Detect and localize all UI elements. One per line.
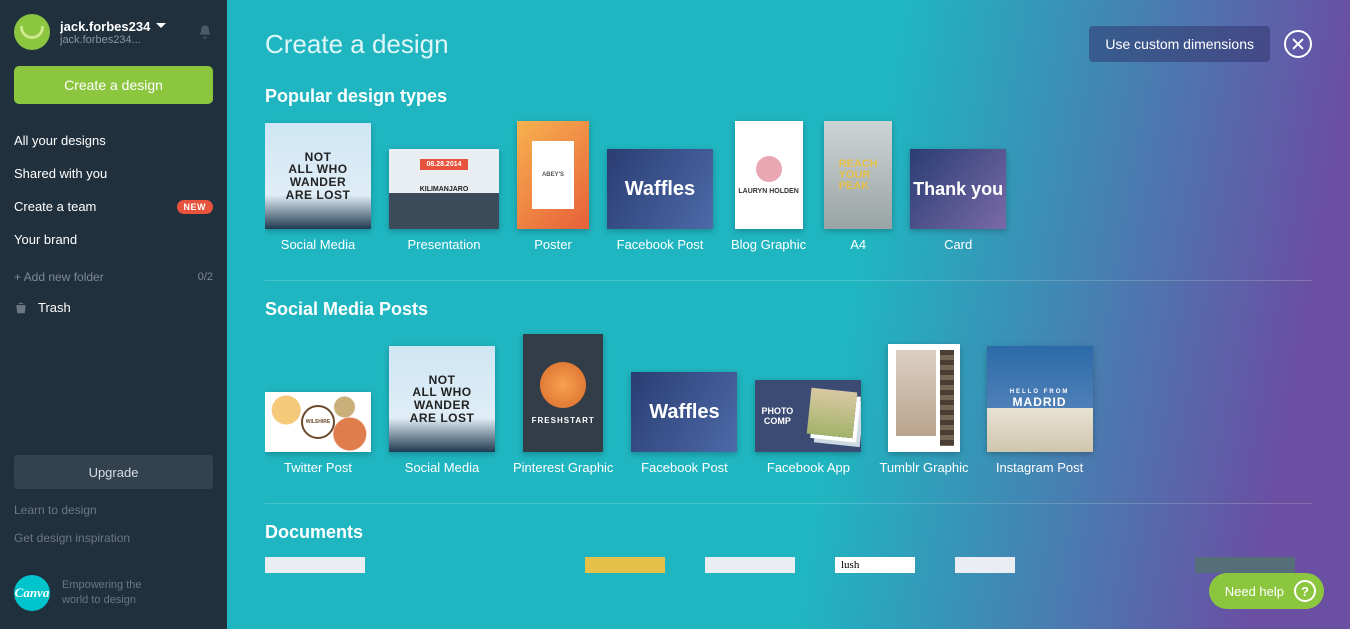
thumb: ABEY'S [517, 121, 589, 229]
close-icon[interactable] [1284, 30, 1312, 58]
user-sub: jack.forbes234... [60, 34, 187, 46]
doc-thumb[interactable] [955, 557, 1015, 573]
doc-thumb[interactable] [1195, 557, 1295, 573]
thumb: 08.28.2014KILIMANJARO [389, 149, 499, 229]
add-folder-button[interactable]: + Add new folder [14, 270, 104, 284]
nav-all-designs[interactable]: All your designs [14, 124, 213, 157]
thumb [888, 344, 960, 452]
bell-icon[interactable] [197, 24, 213, 40]
social-row: WILSHIRE Twitter Post NOT ALL WHO WANDER… [265, 334, 1312, 504]
tile-twitter-post[interactable]: WILSHIRE Twitter Post [265, 392, 371, 475]
chevron-down-icon [156, 23, 166, 33]
sidebar: jack.forbes234 jack.forbes234... Create … [0, 0, 227, 629]
tile-social-media-2[interactable]: NOT ALL WHO WANDER ARE LOST Social Media [389, 346, 495, 475]
doc-thumb[interactable]: lush [835, 557, 915, 573]
thumb: FRESHSTART [523, 334, 603, 452]
thumb: HELLO FROM MADRID [987, 346, 1093, 452]
section-title-popular: Popular design types [265, 86, 1312, 107]
user-info: jack.forbes234 jack.forbes234... [60, 19, 187, 46]
canva-logo: Canva [14, 575, 50, 611]
new-badge: NEW [177, 200, 214, 214]
user-menu[interactable]: jack.forbes234 jack.forbes234... [0, 10, 227, 66]
brand-footer: Canva Empowering the world to design [0, 565, 227, 629]
nav-create-team[interactable]: Create a team NEW [14, 190, 213, 223]
tile-tumblr-graphic[interactable]: Tumblr Graphic [879, 344, 968, 475]
create-design-button[interactable]: Create a design [14, 66, 213, 104]
tile-instagram-post[interactable]: HELLO FROM MADRID Instagram Post [987, 346, 1093, 475]
nav-trash[interactable]: Trash [0, 294, 227, 321]
doc-thumb[interactable] [705, 557, 795, 573]
thumb: Thank you [910, 149, 1006, 229]
custom-dimensions-button[interactable]: Use custom dimensions [1089, 26, 1270, 62]
thumb: PHOTO COMP [755, 380, 861, 452]
need-help-button[interactable]: Need help ? [1209, 573, 1324, 609]
tile-presentation[interactable]: 08.28.2014KILIMANJARO Presentation [389, 149, 499, 252]
avatar [14, 14, 50, 50]
section-title-social: Social Media Posts [265, 299, 1312, 320]
nav-your-brand[interactable]: Your brand [14, 223, 213, 256]
section-title-documents: Documents [265, 522, 1312, 543]
thumb: Waffles [607, 149, 713, 229]
thumb: Waffles [631, 372, 737, 452]
tile-card[interactable]: Thank you Card [910, 149, 1006, 252]
tile-facebook-post[interactable]: Waffles Facebook Post [607, 149, 713, 252]
folder-count: 0/2 [198, 271, 213, 283]
learn-link[interactable]: Learn to design [14, 503, 213, 517]
thumb: LAURYN HOLDEN [735, 121, 803, 229]
thumb: WILSHIRE [265, 392, 371, 452]
tile-a4[interactable]: REACH YOUR PEAK A4 [824, 121, 892, 252]
user-name: jack.forbes234 [60, 19, 150, 34]
upgrade-button[interactable]: Upgrade [14, 455, 213, 489]
tile-poster[interactable]: ABEY'S Poster [517, 121, 589, 252]
main-panel: Create a design Use custom dimensions Po… [227, 0, 1350, 629]
doc-thumb[interactable] [585, 557, 665, 573]
doc-thumb[interactable] [265, 557, 365, 573]
thumb: NOT ALL WHO WANDER ARE LOST [389, 346, 495, 452]
help-icon: ? [1294, 580, 1316, 602]
tile-facebook-post-2[interactable]: Waffles Facebook Post [631, 372, 737, 475]
tile-facebook-app[interactable]: PHOTO COMP Facebook App [755, 380, 861, 475]
tile-social-media[interactable]: NOT ALL WHO WANDER ARE LOST Social Media [265, 123, 371, 252]
popular-row: NOT ALL WHO WANDER ARE LOST Social Media… [265, 121, 1312, 281]
nav-shared[interactable]: Shared with you [14, 157, 213, 190]
trash-icon [14, 301, 28, 315]
thumb: NOT ALL WHO WANDER ARE LOST [265, 123, 371, 229]
inspiration-link[interactable]: Get design inspiration [14, 531, 213, 545]
tile-blog-graphic[interactable]: LAURYN HOLDEN Blog Graphic [731, 121, 806, 252]
thumb: REACH YOUR PEAK [824, 121, 892, 229]
documents-row: lush [265, 557, 1312, 601]
page-title: Create a design [265, 29, 449, 60]
tile-pinterest-graphic[interactable]: FRESHSTART Pinterest Graphic [513, 334, 613, 475]
